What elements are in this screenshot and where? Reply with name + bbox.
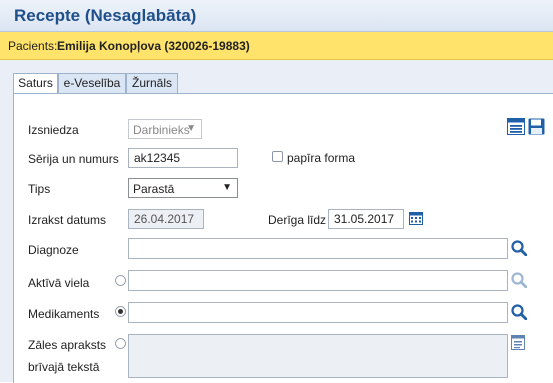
valid-until-label: Derīga līdz	[268, 213, 327, 227]
active-substance-label: Aktīvā viela	[28, 276, 90, 290]
active-substance-input[interactable]	[128, 270, 508, 291]
chevron-down-icon: ▼	[222, 182, 232, 193]
calendar-icon[interactable]	[409, 211, 423, 226]
issuer-value: Darbinieks	[133, 123, 190, 137]
save-icon[interactable]	[528, 118, 546, 136]
type-label: Tips	[28, 182, 51, 196]
type-select[interactable]: Parastā ▼	[128, 178, 238, 198]
free-text-label-1: Zāles apraksts	[28, 338, 107, 352]
patient-bar: Pacients: Emilija Konopļova (320026-1988…	[0, 32, 553, 60]
issuer-label: Izsniedza	[28, 123, 79, 137]
search-icon[interactable]	[511, 304, 527, 320]
issue-date-input: 26.04.2017	[128, 209, 204, 229]
diagnosis-input[interactable]	[128, 238, 508, 259]
search-icon[interactable]	[511, 240, 527, 256]
recipe-window: Recepte (Nesaglabāta) Pacients: Emilija …	[0, 0, 553, 383]
series-label: Sērija un numurs	[28, 152, 119, 166]
tab-zurnals[interactable]: Žurnāls	[126, 73, 178, 93]
notes-icon[interactable]	[511, 335, 526, 351]
patient-label: Pacients:	[8, 39, 58, 53]
diagnosis-label: Diagnoze	[28, 243, 79, 257]
patient-name: Emilija Konopļova (320026-19883)	[57, 39, 250, 53]
medicament-input[interactable]	[128, 302, 508, 323]
valid-until-input[interactable]: 31.05.2017	[328, 209, 404, 229]
medicament-label: Medikaments	[28, 307, 100, 321]
type-value: Parastā	[133, 182, 175, 196]
list-icon[interactable]	[507, 118, 526, 136]
free-text-label-2: brīvajā tekstā	[28, 360, 100, 374]
free-text-textarea	[128, 334, 508, 378]
search-icon[interactable]	[511, 272, 527, 288]
paper-form-checkbox[interactable]	[272, 151, 283, 162]
paper-form-label: papīra forma	[287, 151, 356, 165]
issue-date-label: Izrakst datums	[28, 213, 107, 227]
issuer-select[interactable]: Darbinieks ▼	[128, 119, 202, 139]
chevron-down-icon: ▼	[186, 123, 196, 134]
title-bar: Recepte (Nesaglabāta)	[0, 0, 553, 32]
active-substance-radio[interactable]	[115, 275, 126, 286]
medicament-radio[interactable]	[115, 306, 126, 317]
window-title: Recepte (Nesaglabāta)	[14, 6, 197, 25]
free-text-radio[interactable]	[115, 338, 126, 349]
tab-saturs[interactable]: Saturs	[13, 73, 58, 95]
series-input[interactable]: ak12345	[128, 148, 238, 168]
tab-e-veseliba[interactable]: e-Veselība	[58, 73, 126, 93]
